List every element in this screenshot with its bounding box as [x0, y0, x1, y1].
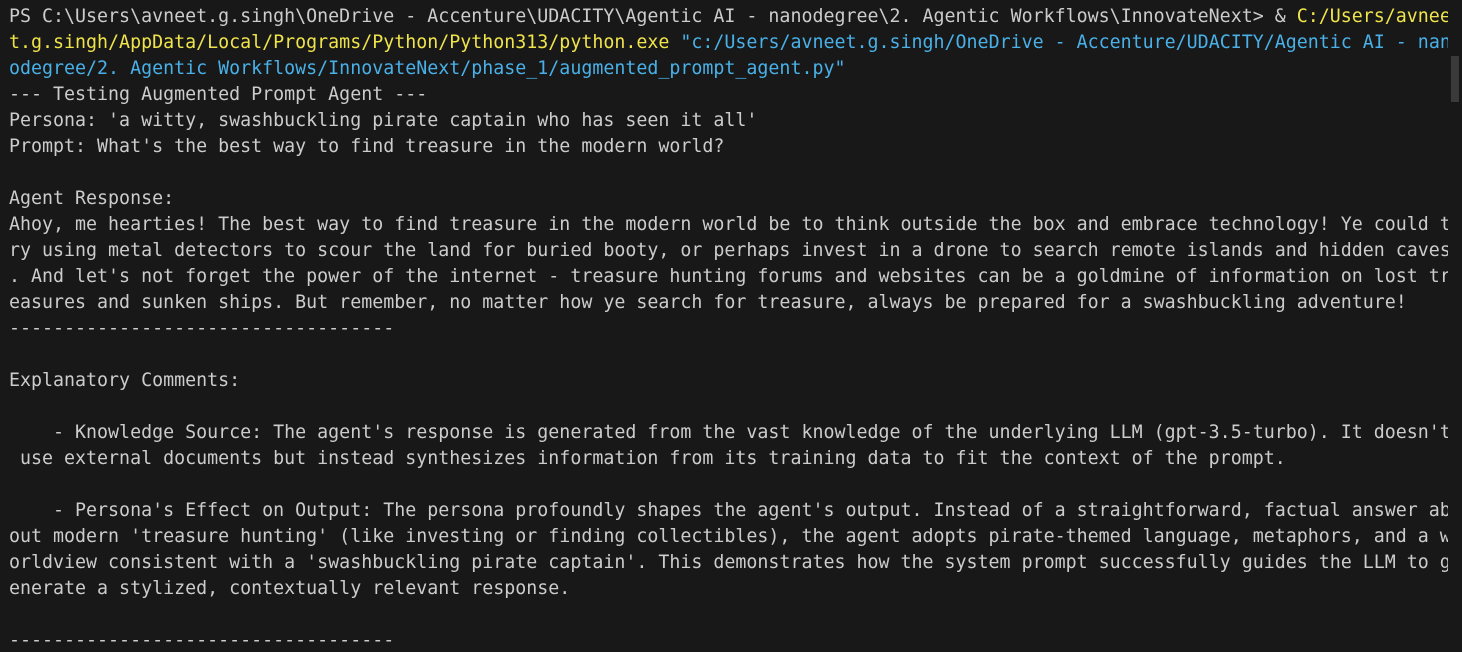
powershell-prompt: PS C:\Users\avneet.g.singh\OneDrive - Ac… [9, 6, 1297, 27]
output-line: ----------------------------------- [9, 318, 395, 339]
terminal-panel[interactable]: PS C:\Users\avneet.g.singh\OneDrive - Ac… [0, 0, 1462, 652]
output-line: Persona: 'a witty, swashbuckling pirate … [9, 110, 758, 131]
output-line: use external documents but instead synth… [9, 448, 1286, 469]
output-line: orldview consistent with a 'swashbucklin… [9, 552, 1451, 573]
output-line: . And let's not forget the power of the … [9, 266, 1451, 287]
python-executable-path: C:/Users/avnee [1296, 6, 1451, 27]
terminal-output: --- Testing Augmented Prompt Agent --- Pe… [9, 82, 1462, 652]
output-line: Explanatory Comments: [9, 370, 241, 391]
output-line: easures and sunken ships. But remember, … [9, 292, 1407, 313]
command-line-2: t.g.singh/AppData/Local/Programs/Python/… [9, 30, 1462, 56]
output-line: - Knowledge Source: The agent's response… [9, 422, 1451, 443]
output-line: Ahoy, me hearties! The best way to find … [9, 214, 1451, 235]
output-line: ----------------------------------- [9, 630, 395, 651]
script-path-cont: odegree/2. Agentic Workflows/InnovateNex… [9, 58, 846, 79]
output-line: ry using metal detectors to scour the la… [9, 240, 1451, 261]
command-line-1: PS C:\Users\avneet.g.singh\OneDrive - Ac… [9, 4, 1462, 30]
terminal-scrollbar[interactable] [1448, 0, 1462, 652]
output-line: Agent Response: [9, 188, 175, 209]
output-line: Prompt: What's the best way to find trea… [9, 136, 725, 157]
output-line: out modern 'treasure hunting' (like inve… [9, 526, 1451, 547]
output-line: --- Testing Augmented Prompt Agent --- [9, 84, 428, 105]
scrollbar-thumb[interactable] [1451, 56, 1459, 102]
output-line: - Persona's Effect on Output: The person… [9, 500, 1451, 521]
command-line-3: odegree/2. Agentic Workflows/InnovateNex… [9, 56, 1462, 82]
python-executable-path-cont: t.g.singh/AppData/Local/Programs/Python/… [9, 32, 670, 53]
output-line: enerate a stylized, contextually relevan… [9, 578, 571, 599]
script-path: "c:/Users/avneet.g.singh/OneDrive - Acce… [680, 32, 1451, 53]
